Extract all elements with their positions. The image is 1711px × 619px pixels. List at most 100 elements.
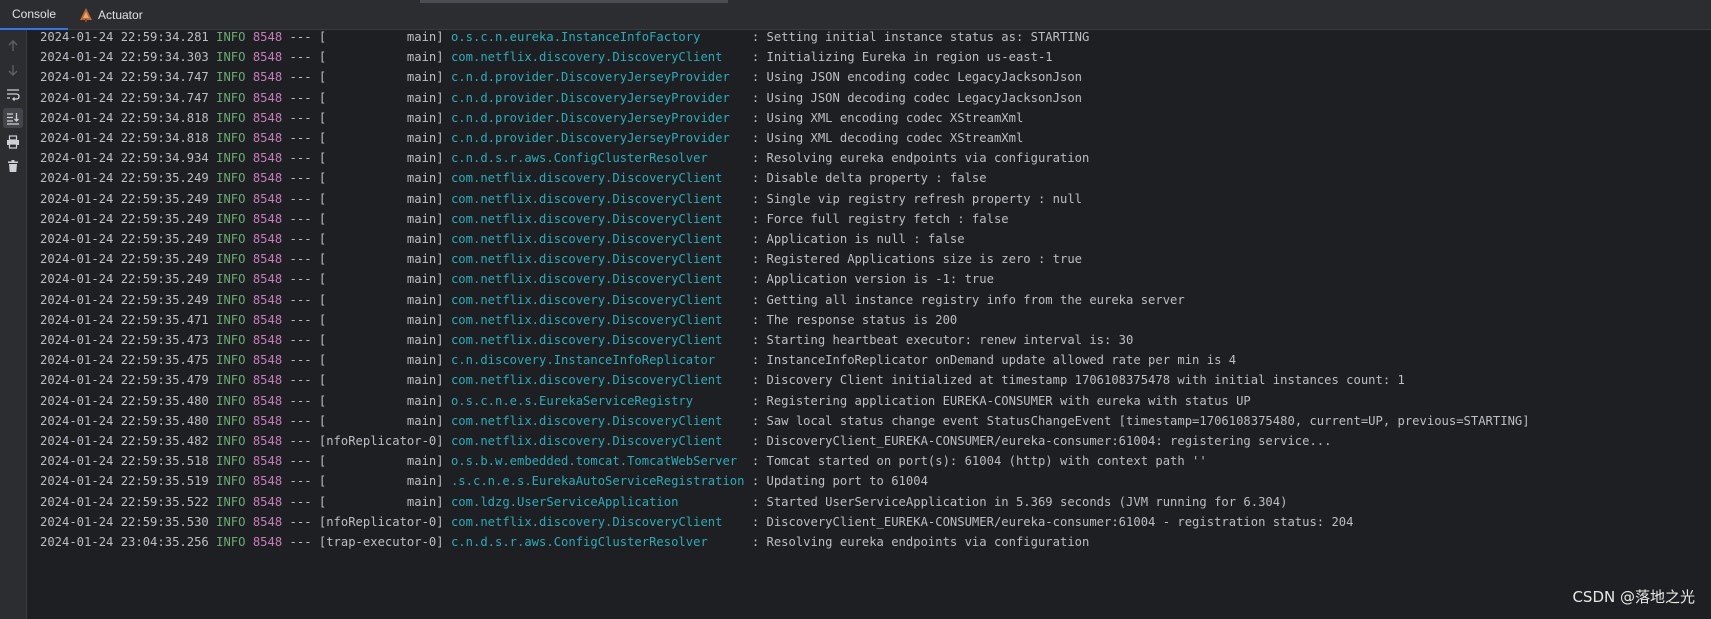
log-thread: [ main] xyxy=(318,454,444,469)
log-message: : Initializing Eureka in region us-east-… xyxy=(751,50,1053,65)
log-message: : DiscoveryClient_EUREKA-CONSUMER/eureka… xyxy=(751,514,1354,529)
log-separator: --- xyxy=(289,50,312,65)
log-thread: [ main] xyxy=(318,292,444,307)
scroll-to-end-icon[interactable] xyxy=(3,108,23,128)
log-pid: 8548 xyxy=(252,393,283,408)
log-thread: [ main] xyxy=(318,312,444,327)
log-pid: 8548 xyxy=(252,50,283,65)
trash-icon[interactable] xyxy=(3,156,23,176)
log-logger: c.n.d.s.r.aws.ConfigClusterResolver xyxy=(450,535,745,549)
log-level: INFO xyxy=(216,292,246,307)
log-line: 2024-01-24 22:59:35.249 INFO 8548 --- [ … xyxy=(40,208,1009,230)
log-line: 2024-01-24 22:59:34.818 INFO 8548 --- [ … xyxy=(40,127,1023,149)
log-level: INFO xyxy=(216,30,246,44)
log-separator: --- xyxy=(289,131,312,145)
log-timestamp: 2024-01-24 22:59:35.473 xyxy=(40,333,209,347)
log-pid: 8548 xyxy=(252,312,283,327)
log-thread: [ main] xyxy=(318,211,444,226)
log-logger: c.n.d.provider.DiscoveryJerseyProvider xyxy=(450,110,745,125)
log-thread: [ main] xyxy=(318,30,444,44)
log-separator: --- xyxy=(289,353,312,368)
log-logger: c.n.d.provider.DiscoveryJerseyProvider xyxy=(450,70,745,85)
log-line: 2024-01-24 22:59:35.249 INFO 8548 --- [ … xyxy=(40,228,965,250)
log-pid: 8548 xyxy=(252,151,283,166)
up-arrow-icon[interactable] xyxy=(3,36,23,56)
log-message: : Setting initial instance status as: ST… xyxy=(751,30,1090,44)
log-pid: 8548 xyxy=(252,191,283,206)
log-separator: --- xyxy=(289,272,312,287)
tab-drag-handle[interactable] xyxy=(420,0,728,3)
log-separator: --- xyxy=(289,110,312,125)
log-logger: c.n.d.provider.DiscoveryJerseyProvider xyxy=(450,90,745,105)
log-timestamp: 2024-01-24 22:59:35.475 xyxy=(40,353,209,368)
log-timestamp: 2024-01-24 22:59:35.479 xyxy=(40,373,209,388)
log-message: : Using JSON encoding codec LegacyJackso… xyxy=(751,70,1082,85)
log-timestamp: 2024-01-24 22:59:35.530 xyxy=(40,514,209,529)
log-timestamp: 2024-01-24 22:59:35.471 xyxy=(40,312,209,327)
down-arrow-icon[interactable] xyxy=(3,60,23,80)
log-level: INFO xyxy=(216,191,246,206)
log-timestamp: 2024-01-24 22:59:35.518 xyxy=(40,454,209,469)
soft-wrap-icon[interactable] xyxy=(3,84,23,104)
log-message: : Resolving eureka endpoints via configu… xyxy=(751,535,1090,549)
log-logger: com.netflix.discovery.DiscoveryClient xyxy=(450,413,745,428)
log-pid: 8548 xyxy=(252,292,283,307)
log-line: 2024-01-24 22:59:34.934 INFO 8548 --- [ … xyxy=(40,147,1089,169)
log-pid: 8548 xyxy=(252,454,283,469)
log-message: : Getting all instance registry info fro… xyxy=(751,292,1185,307)
log-separator: --- xyxy=(289,514,312,529)
log-line: 2024-01-24 22:59:35.522 INFO 8548 --- [ … xyxy=(40,491,1287,513)
log-thread: [ main] xyxy=(318,353,444,368)
log-message: : InstanceInfoReplicator onDemand update… xyxy=(751,353,1237,368)
tool-window-tabbar: Console Actuator xyxy=(0,0,1711,30)
log-separator: --- xyxy=(289,474,312,489)
log-logger: c.n.d.s.r.aws.ConfigClusterResolver xyxy=(450,151,745,166)
log-level: INFO xyxy=(216,50,246,65)
log-logger: com.netflix.discovery.DiscoveryClient xyxy=(450,211,745,226)
log-timestamp: 2024-01-24 22:59:34.747 xyxy=(40,70,209,85)
console-output[interactable]: 2024-01-24 22:59:34.281 INFO 8548 --- [ … xyxy=(27,30,1711,619)
log-message: : Force full registry fetch : false xyxy=(751,211,1009,226)
print-icon[interactable] xyxy=(3,132,23,152)
log-separator: --- xyxy=(289,434,312,448)
log-pid: 8548 xyxy=(252,474,283,489)
log-line: 2024-01-24 23:04:35.256 INFO 8548 --- [t… xyxy=(40,531,1089,553)
log-thread: [ main] xyxy=(318,494,444,509)
log-thread: [ main] xyxy=(318,70,444,85)
log-separator: --- xyxy=(289,171,312,186)
log-level: INFO xyxy=(216,434,246,448)
log-pid: 8548 xyxy=(252,70,283,85)
log-level: INFO xyxy=(216,413,246,428)
log-timestamp: 2024-01-24 22:59:34.747 xyxy=(40,90,209,105)
log-logger: .s.c.n.e.s.EurekaAutoServiceRegistration xyxy=(450,474,745,489)
log-timestamp: 2024-01-24 22:59:35.482 xyxy=(40,434,209,448)
log-level: INFO xyxy=(216,70,246,85)
log-level: INFO xyxy=(216,171,246,186)
log-timestamp: 2024-01-24 22:59:35.480 xyxy=(40,413,209,428)
log-level: INFO xyxy=(216,494,246,509)
log-line: 2024-01-24 22:59:35.519 INFO 8548 --- [ … xyxy=(40,470,928,492)
log-pid: 8548 xyxy=(252,535,283,549)
log-thread: [ main] xyxy=(318,252,444,267)
log-line: 2024-01-24 22:59:35.479 INFO 8548 --- [ … xyxy=(40,369,1405,391)
log-thread: [ main] xyxy=(318,333,444,347)
log-logger: o.s.b.w.embedded.tomcat.TomcatWebServer xyxy=(450,454,745,469)
log-level: INFO xyxy=(216,211,246,226)
log-level: INFO xyxy=(216,454,246,469)
log-separator: --- xyxy=(289,90,312,105)
log-thread: [ main] xyxy=(318,272,444,287)
log-timestamp: 2024-01-24 22:59:35.249 xyxy=(40,292,209,307)
log-pid: 8548 xyxy=(252,252,283,267)
log-line: 2024-01-24 22:59:34.818 INFO 8548 --- [ … xyxy=(40,107,1023,129)
log-timestamp: 2024-01-24 22:59:34.818 xyxy=(40,110,209,125)
log-line: 2024-01-24 22:59:35.249 INFO 8548 --- [ … xyxy=(40,268,994,290)
ide-run-panel: Console Actuator 2024-01-24 22:59:34.281… xyxy=(0,0,1711,619)
log-separator: --- xyxy=(289,393,312,408)
log-level: INFO xyxy=(216,333,246,347)
log-message: : Starting heartbeat executor: renew int… xyxy=(751,333,1134,347)
log-logger: o.s.c.n.e.s.EurekaServiceRegistry xyxy=(450,393,745,408)
log-message: : Using JSON decoding codec LegacyJackso… xyxy=(751,90,1082,105)
log-level: INFO xyxy=(216,252,246,267)
tab-console[interactable]: Console xyxy=(0,0,68,30)
tab-actuator[interactable]: Actuator xyxy=(78,0,168,30)
